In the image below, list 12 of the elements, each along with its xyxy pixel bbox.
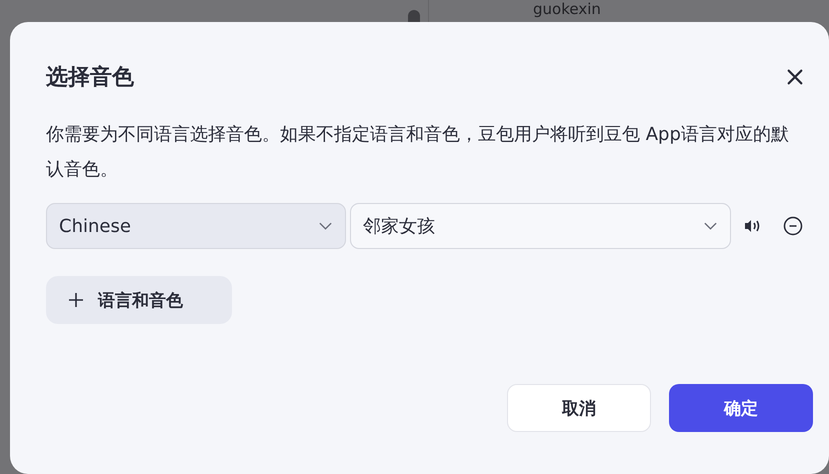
username-text: guokexin xyxy=(533,0,601,18)
close-icon[interactable] xyxy=(786,68,804,86)
confirm-button[interactable]: 确定 xyxy=(669,384,813,432)
chevron-down-icon xyxy=(703,221,718,231)
chevron-down-icon xyxy=(318,221,333,231)
plus-icon xyxy=(68,292,84,308)
cancel-button[interactable]: 取消 xyxy=(507,384,651,432)
add-language-voice-button[interactable]: 语言和音色 xyxy=(46,276,232,324)
description-text: 你需要为不同语言选择音色。如果不指定语言和音色，豆包用户将听到豆包 App语言对应的默认音色。 xyxy=(46,123,790,182)
voice-select[interactable]: 邻家女孩 xyxy=(350,203,731,249)
dialog-title: 选择音色 xyxy=(46,64,134,92)
remove-icon[interactable] xyxy=(783,216,803,236)
